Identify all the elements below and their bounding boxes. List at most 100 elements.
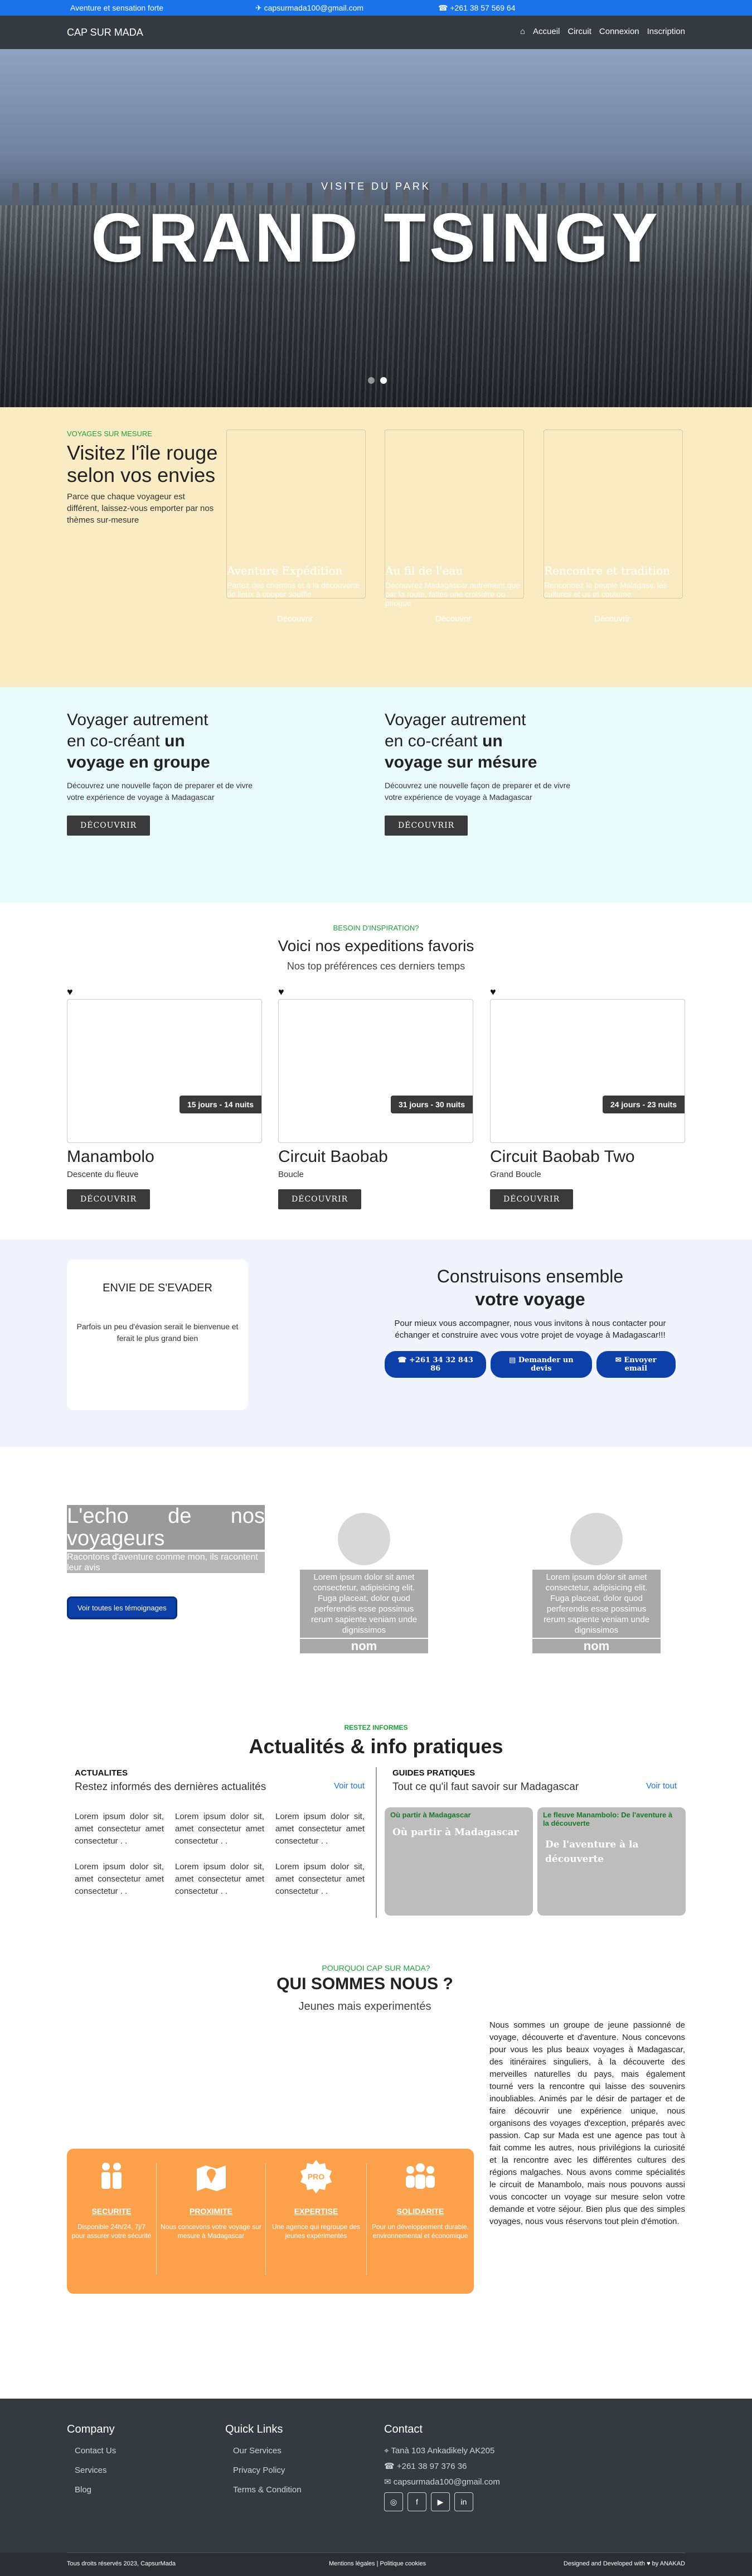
expedition-discover-button[interactable]: DÉCOUVRIR — [490, 1189, 574, 1209]
footer-email: ✉ capsurmada100@gmail.com — [384, 2477, 500, 2487]
theme-tile-aventure[interactable]: Aventure Expédition Partez des chemins e… — [226, 430, 366, 624]
pro-badge-icon: PRO — [298, 2159, 334, 2194]
contact-buttons: ☎ +261 34 32 843 86 ▤ Demander un devis … — [385, 1351, 676, 1378]
nav-link-circuit[interactable]: Circuit — [567, 27, 591, 36]
expedition-desc: Boucle — [278, 1170, 304, 1179]
map-icon — [193, 2159, 229, 2194]
nav-links: ⌂ Accueil Circuit Connexion Inscription — [520, 27, 685, 36]
news-item[interactable]: Lorem ipsum dolor sit, amet consectetur … — [175, 1861, 264, 1898]
guide-card[interactable]: Où partir à Madagascar Où partir à Madag… — [385, 1807, 533, 1916]
svg-text:PRO: PRO — [308, 2172, 324, 2181]
youtube-icon[interactable]: ▶ — [431, 2492, 450, 2511]
carousel-dot-2[interactable] — [380, 377, 387, 384]
value-desc: Pour un développement durable, environne… — [371, 2223, 469, 2240]
email-contact[interactable]: ✈ capsurmada100@gmail.com — [255, 3, 363, 13]
footer-link[interactable]: Contact Us — [67, 2446, 116, 2456]
news-item[interactable]: Lorem ipsum dolor sit, amet consectetur … — [175, 1811, 264, 1847]
all-testimonials-button[interactable]: Voir toutes les témoignages — [67, 1596, 177, 1619]
nav-link-inscription[interactable]: Inscription — [647, 27, 685, 36]
footer-bottom-bar: Tous droits réservés 2023, CapsurMada Me… — [0, 2553, 752, 2576]
mesure-discover-button[interactable]: DÉCOUVRIR — [385, 816, 468, 836]
mesure-block-title: Voyager autrement en co-créant un voyage… — [385, 711, 537, 771]
expedition-name: Manambolo — [67, 1147, 154, 1166]
hero-carousel: VISITE DU PARK GRAND TSINGY — [0, 49, 752, 407]
testimonial-text: Lorem ipsum dolor sit amet consectetur, … — [300, 1570, 428, 1638]
favorite-heart-icon[interactable]: ♥ — [278, 986, 473, 998]
footer-link[interactable]: Blog — [67, 2485, 116, 2495]
expeditions-section: BESOIN D'INSPIRATION? Voici nos expediti… — [0, 903, 752, 1239]
footer-link[interactable]: Our Services — [225, 2446, 302, 2456]
news-item[interactable]: Lorem ipsum dolor sit, amet consectetur … — [75, 1861, 164, 1898]
groupe-discover-button[interactable]: DÉCOUVRIR — [67, 816, 151, 836]
footer-link[interactable]: Services — [67, 2466, 116, 2475]
footer-phone: ☎ +261 38 97 376 36 — [384, 2462, 467, 2471]
qui-sommes-nous-section: POURQUOI CAP SUR MADA? QUI SOMMES NOUS ?… — [0, 1936, 752, 2399]
value-title: PROXIMITE — [189, 2207, 232, 2216]
mesure-text: Parce que chaque voyageur est différent,… — [67, 492, 214, 525]
nav-link-accueil[interactable]: Accueil — [533, 27, 560, 36]
legal-links[interactable]: Mentions légales | Politique cookies — [329, 2560, 426, 2567]
actualites-see-all-link[interactable]: Voir tout — [334, 1781, 365, 1791]
expedition-card[interactable]: ♥ 15 jours - 14 nuits Manambolo Descente… — [67, 986, 262, 1209]
tile-button[interactable]: Découvrir — [277, 614, 313, 624]
email-button[interactable]: ✉ Envoyer email — [596, 1351, 676, 1378]
qui-eyebrow: POURQUOI CAP SUR MADA? — [322, 1964, 430, 1972]
hero-title: GRAND TSINGY — [91, 200, 661, 277]
linkedin-icon[interactable]: in — [454, 2492, 473, 2511]
expedition-image: 24 jours - 23 nuits — [490, 999, 685, 1143]
actualites-label: ACTUALITES — [75, 1768, 128, 1778]
qui-title: QUI SOMMES NOUS ? — [276, 1975, 453, 1993]
construisons-block: Construisons ensemble votre voyage Pour … — [385, 1266, 676, 1378]
footer-contact: Contact ⌖ Tanà 103 Ankadikely AK205 ☎ +2… — [384, 2423, 500, 2511]
expedition-card[interactable]: ♥ 24 jours - 23 nuits Circuit Baobab Two… — [490, 986, 685, 1209]
mesure-eyebrow: VOYAGES SUR MESURE — [67, 430, 152, 438]
guide-card[interactable]: Le fleuve Manambolo: De l'aventure à la … — [537, 1807, 686, 1916]
favorite-heart-icon[interactable]: ♥ — [67, 986, 262, 998]
guides-column: GUIDES PRATIQUES Tout ce qu'il faut savo… — [392, 1768, 677, 1793]
news-item[interactable]: Lorem ipsum dolor sit, amet consectetur … — [75, 1811, 164, 1847]
tile-desc: Rencontrez le peuple Malagasy, les cultu… — [544, 581, 667, 599]
copyright: Tous droits réservés 2023, CapsurMada — [67, 2560, 176, 2567]
expedition-desc: Grand Boucle — [490, 1170, 541, 1179]
mesure-title: Visitez l'île rouge selon vos envies — [67, 441, 218, 486]
guides-subtitle: Tout ce qu'il faut savoir sur Madagascar — [392, 1781, 579, 1793]
guides-see-all-link[interactable]: Voir tout — [646, 1781, 677, 1791]
expedition-discover-button[interactable]: DÉCOUVRIR — [67, 1189, 151, 1209]
footer-link[interactable]: Terms & Condition — [225, 2485, 302, 2495]
tile-button[interactable]: Découvrir — [594, 614, 630, 624]
duration-badge: 15 jours - 14 nuits — [179, 1096, 261, 1113]
expedition-discover-button[interactable]: DÉCOUVRIR — [278, 1189, 362, 1209]
footer-company: Company Contact Us Services Blog — [67, 2423, 116, 2505]
tile-button[interactable]: Découvrir — [435, 614, 471, 624]
theme-tile-eau[interactable]: Au fil de l'eau Découvrez Madagascar aut… — [385, 430, 524, 624]
brand-logo[interactable]: CAP SUR MADA — [67, 27, 143, 38]
expedition-card[interactable]: ♥ 31 jours - 30 nuits Circuit Baobab Bou… — [278, 986, 473, 1209]
testimonial-card: Lorem ipsum dolor sit amet consectetur, … — [300, 1513, 428, 1653]
theme-tile-tradition[interactable]: Rencontre et tradition Rencontrez le peu… — [544, 430, 683, 624]
footer-link[interactable]: Privacy Policy — [225, 2466, 302, 2475]
tile-desc: Partez des chemins et à la découverte de… — [227, 581, 360, 599]
envie-title: ENVIE DE S'EVADER — [103, 1282, 212, 1294]
call-button[interactable]: ☎ +261 34 32 843 86 — [385, 1351, 487, 1378]
carousel-dot-1[interactable] — [368, 377, 375, 384]
construisons-section: ENVIE DE S'EVADER Parfois un peu d'évasi… — [0, 1239, 752, 1447]
actualites-column: ACTUALITES Restez informés des dernières… — [75, 1768, 365, 1793]
value-title: EXPERTISE — [294, 2207, 338, 2216]
exp-eyebrow: BESOIN D'INSPIRATION? — [333, 924, 419, 932]
groupe-title: Voyager autrement en co-créant un voyage… — [67, 711, 210, 771]
news-item[interactable]: Lorem ipsum dolor sit, amet consectetur … — [275, 1861, 365, 1898]
value-desc: Nous concevons votre voyage sur mesure à… — [161, 2223, 261, 2240]
facebook-icon[interactable]: f — [407, 2492, 426, 2511]
envelope-icon: ✉ — [384, 2477, 394, 2487]
quote-button[interactable]: ▤ Demander un devis — [491, 1351, 592, 1378]
envelope-icon: ✉ — [615, 1356, 624, 1364]
duration-badge: 24 jours - 23 nuits — [602, 1096, 685, 1113]
nav-link-connexion[interactable]: Connexion — [599, 27, 639, 36]
phone-contact[interactable]: ☎ +261 38 57 569 64 — [438, 3, 516, 13]
tile-title: Au fil de l'eau — [385, 564, 463, 577]
favorite-heart-icon[interactable]: ♥ — [490, 986, 685, 998]
instagram-icon[interactable]: ◎ — [384, 2492, 403, 2511]
guide-title: De l'aventure à la découverte — [545, 1839, 639, 1865]
news-item[interactable]: Lorem ipsum dolor sit, amet consectetur … — [275, 1811, 365, 1847]
news-eyebrow: RESTEZ INFORMES — [344, 1724, 408, 1731]
